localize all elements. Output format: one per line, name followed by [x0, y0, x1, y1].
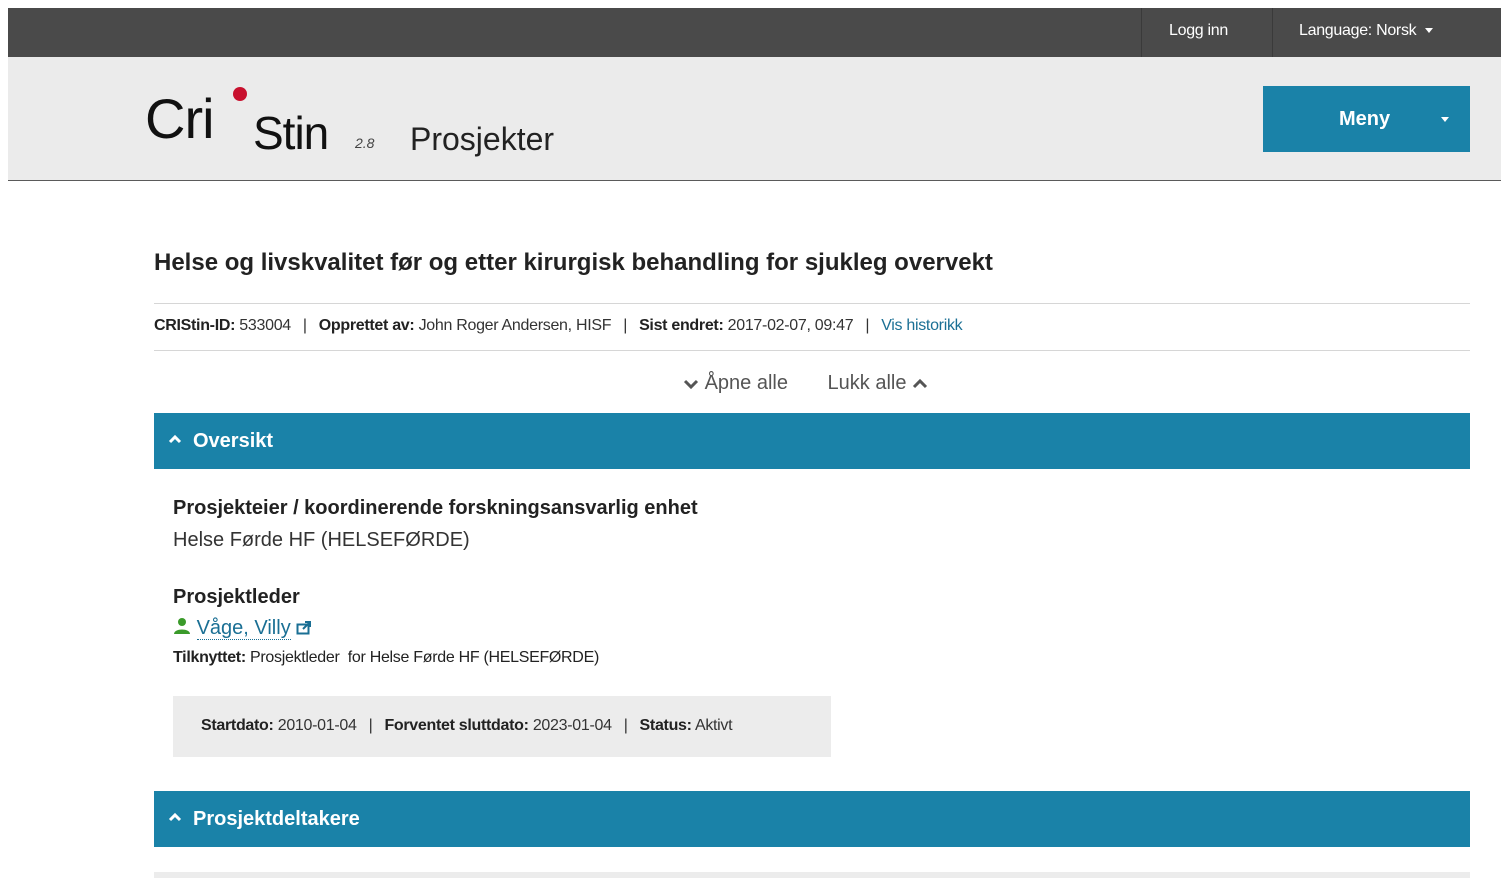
- affiliation-value: Prosjektleder for Helse Førde HF (HELSEF…: [250, 649, 599, 666]
- created-value: John Roger Andersen, HISF: [418, 317, 612, 334]
- logo-text-cri: Cri: [145, 87, 215, 150]
- menu-button[interactable]: Meny: [1263, 86, 1470, 152]
- chevron-up-icon: [168, 434, 182, 444]
- expand-toggles: Åpne alle Lukk alle: [683, 372, 928, 395]
- pipe-separator: |: [865, 317, 870, 334]
- end-date-value: 2023-01-04: [532, 717, 612, 734]
- status-label: Status:: [639, 717, 692, 734]
- open-all-label: Åpne alle: [704, 372, 788, 394]
- changed-label: Sist endret:: [639, 317, 724, 334]
- status-value: Aktivt: [694, 717, 733, 734]
- logo-dot-icon: [233, 87, 247, 101]
- divider: [154, 350, 1470, 351]
- version-label: 2.8: [355, 135, 375, 151]
- leader-name: Våge, Villy: [196, 617, 291, 640]
- changed-value: 2017-02-07, 09:47: [727, 317, 854, 334]
- pipe-separator: |: [368, 717, 373, 734]
- external-link-icon: [296, 621, 312, 635]
- date-status-box: Startdato: 2010-01-04 | Forventet sluttdat…: [173, 696, 831, 757]
- caret-down-icon: [1425, 28, 1434, 34]
- pipe-separator: |: [623, 717, 628, 734]
- start-date-label: Startdato:: [201, 717, 274, 734]
- person-icon: [174, 618, 190, 634]
- overview-heading: Oversikt: [193, 430, 274, 452]
- affiliation: Tilknyttet: Prosjektleder for Helse Førd…: [173, 649, 599, 667]
- chevron-down-icon: [683, 379, 699, 389]
- participants-panel-header[interactable]: Prosjektdeltakere: [154, 791, 1470, 847]
- leader-label: Prosjektleder: [173, 586, 300, 608]
- owner-value: Helse Førde HF (HELSEFØRDE): [173, 529, 470, 551]
- participants-content-top: [154, 872, 1470, 878]
- separator: [1272, 8, 1273, 57]
- page-title: Helse og livskvalitet før og etter kirur…: [154, 249, 993, 276]
- end-date-label: Forventet sluttdato:: [384, 717, 529, 734]
- open-all-button[interactable]: Åpne alle: [683, 372, 788, 395]
- close-all-label: Lukk alle: [827, 372, 907, 394]
- leader-link[interactable]: Våge, Villy: [173, 617, 312, 640]
- affiliation-label: Tilknyttet:: [173, 649, 246, 666]
- top-bar: Logg inn Language: Norsk: [8, 8, 1501, 57]
- owner-label: Prosjekteier / koordinerende forskningsa…: [173, 497, 698, 519]
- app-title: Prosjekter: [410, 121, 555, 157]
- close-all-button[interactable]: Lukk alle: [828, 372, 929, 395]
- id-value: 533004: [239, 317, 291, 334]
- language-dropdown[interactable]: Language: Norsk: [1299, 8, 1434, 57]
- pipe-separator: |: [623, 317, 628, 334]
- id-label: CRIStin-ID:: [154, 317, 236, 334]
- participants-heading: Prosjektdeltakere: [193, 808, 360, 830]
- cristin-logo[interactable]: Cri Stin 2.8: [145, 81, 385, 161]
- pipe-separator: |: [302, 317, 307, 334]
- logo-text-stin: Stin: [253, 107, 329, 159]
- project-meta: CRIStin-ID: 533004 | Opprettet av: John Ro…: [154, 317, 963, 335]
- divider: [154, 303, 1470, 304]
- caret-down-icon: [1441, 117, 1449, 122]
- start-date-value: 2010-01-04: [277, 717, 357, 734]
- chevron-up-icon: [912, 378, 928, 388]
- chevron-up-icon: [168, 812, 182, 822]
- created-label: Opprettet av:: [318, 317, 415, 334]
- menu-label: Meny: [1339, 108, 1391, 130]
- overview-panel-header[interactable]: Oversikt: [154, 413, 1470, 469]
- separator: [1141, 8, 1142, 57]
- history-link[interactable]: Vis historikk: [881, 317, 962, 334]
- language-label: Language: Norsk: [1299, 22, 1417, 39]
- login-link[interactable]: Logg inn: [1169, 8, 1228, 57]
- site-header: Cri Stin 2.8 Prosjekter Meny: [8, 57, 1501, 181]
